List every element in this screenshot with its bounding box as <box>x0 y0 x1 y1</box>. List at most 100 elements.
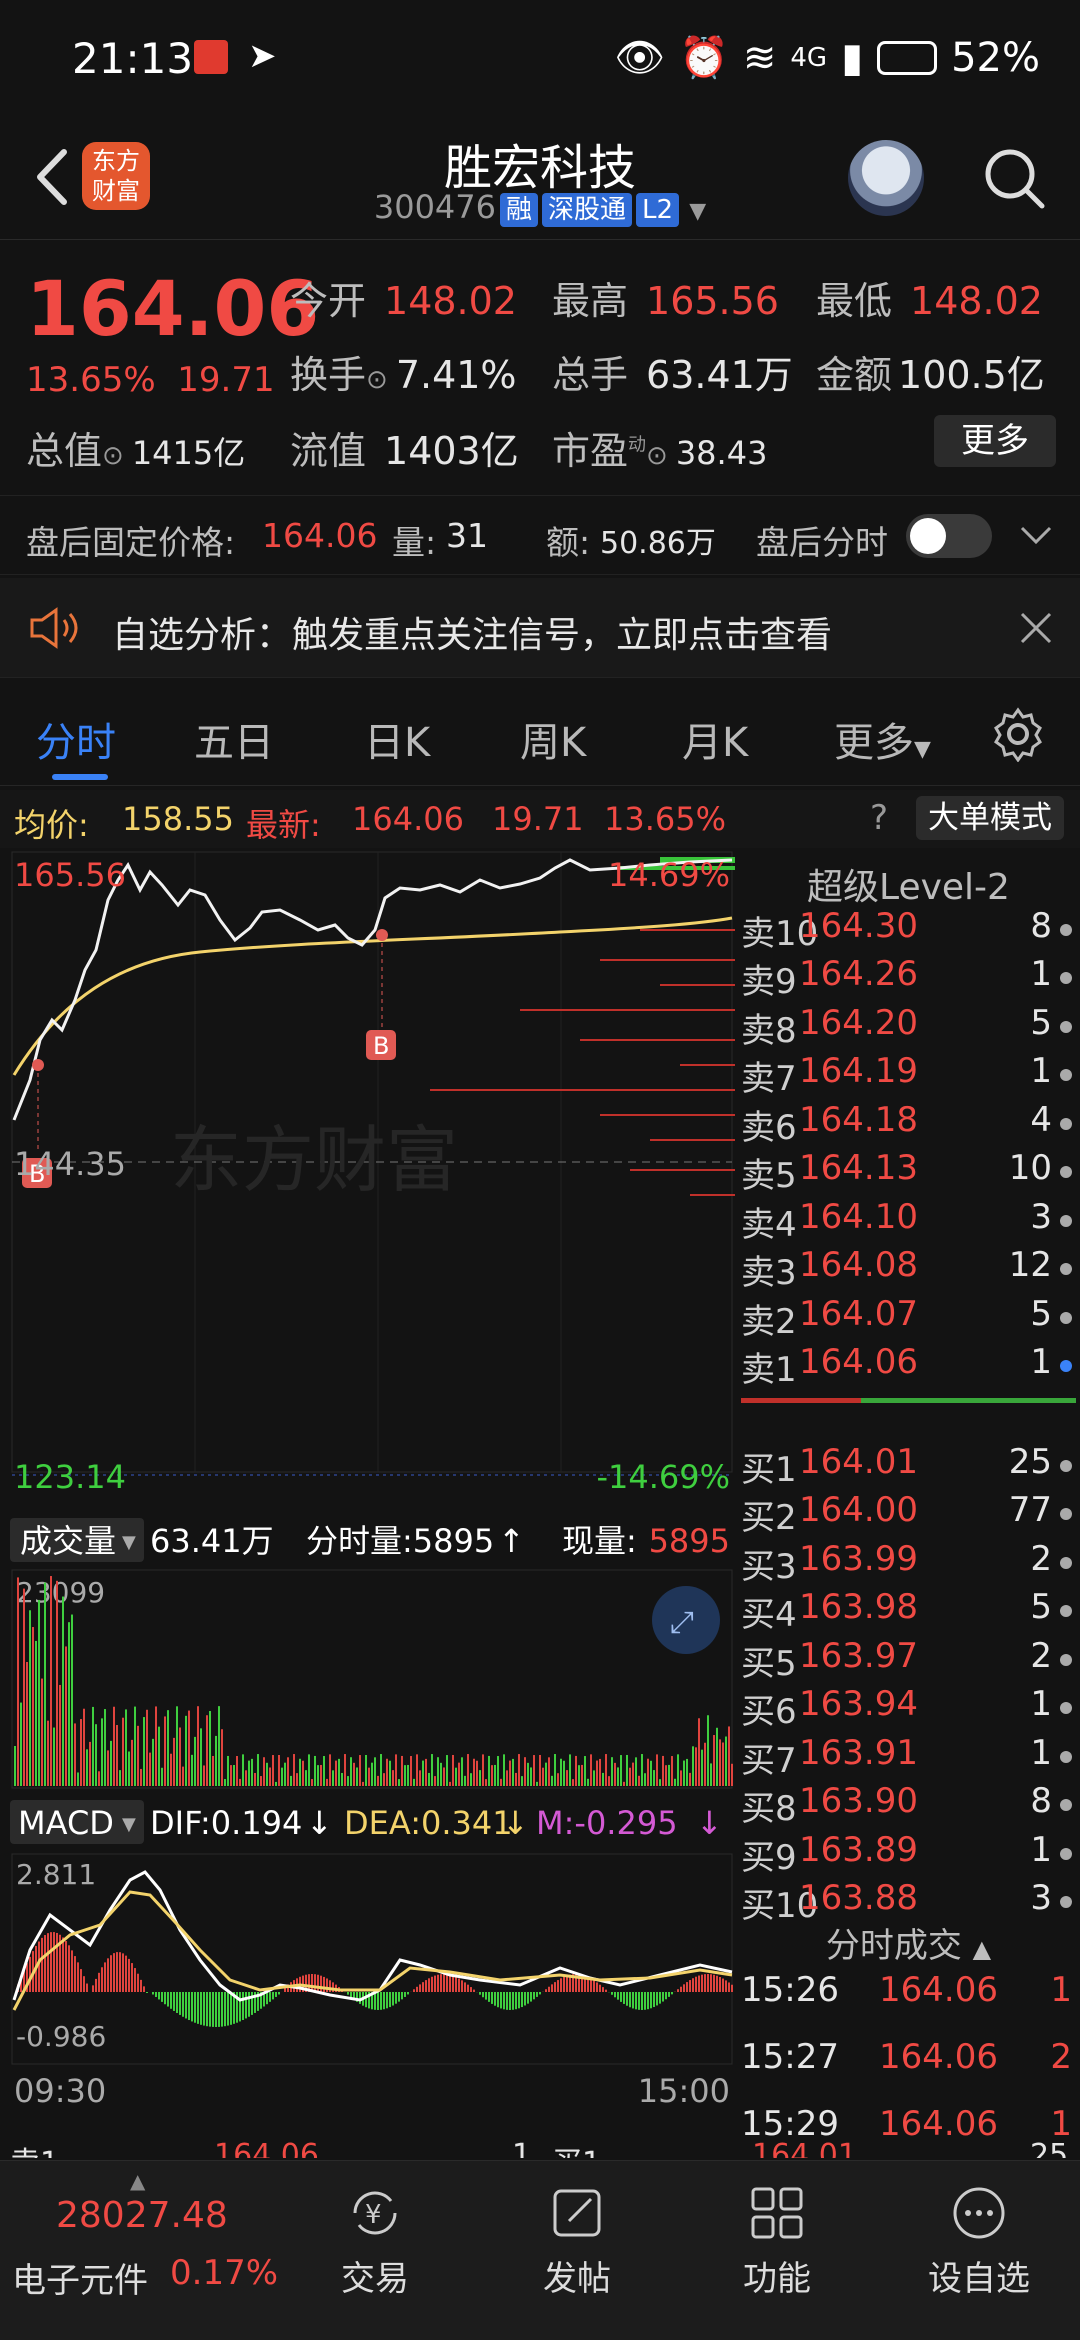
macd-bar <box>434 1975 436 1992</box>
volume-bar <box>173 1737 175 1786</box>
ask-row[interactable]: 卖5 164.13 10 <box>737 1148 1080 1196</box>
big-order-mode-button[interactable]: 大单模式 <box>916 796 1064 840</box>
orderbook-title[interactable]: 超级Level-2 <box>737 858 1080 910</box>
volume-bar <box>284 1762 286 1786</box>
buy-marker[interactable]: B <box>366 1030 396 1060</box>
macd-bar <box>179 1992 181 2015</box>
macd-bar <box>92 1985 94 1992</box>
trade-button[interactable]: ¥ 交易 <box>300 2181 450 2300</box>
bid-row[interactable]: 买7 163.91 1 <box>737 1733 1080 1781</box>
bid-row[interactable]: 买2 164.00 77 <box>737 1490 1080 1538</box>
macd-bar <box>668 1992 670 1997</box>
index-ticker[interactable]: ▲ 28027.48 电子元件 0.17% <box>0 2161 280 2340</box>
volume-bar <box>731 1763 733 1786</box>
ask-row[interactable]: 卖9 164.26 1 <box>737 954 1080 1002</box>
mktcap-item[interactable]: 总值⊙ 1415亿 <box>26 420 245 475</box>
macd-bar <box>80 1969 82 1992</box>
volume-bar <box>335 1760 337 1786</box>
order-dot-icon <box>1060 1214 1072 1227</box>
bid-row[interactable]: 买9 163.89 1 <box>737 1830 1080 1878</box>
volume-bar <box>341 1772 343 1786</box>
volume-bar <box>233 1765 235 1786</box>
close-icon[interactable] <box>1018 610 1054 646</box>
bid-row[interactable]: 买8 163.90 8 <box>737 1781 1080 1829</box>
more-button[interactable]: 更多 <box>934 415 1056 467</box>
tab-weekly-k[interactable]: 周K <box>520 710 586 768</box>
chevron-down-icon[interactable] <box>1018 520 1054 550</box>
ask-row[interactable]: 卖10 164.30 8 <box>737 906 1080 954</box>
macd-bar <box>728 1982 730 1992</box>
ask-row[interactable]: 卖3 164.08 12 <box>737 1245 1080 1293</box>
ask-price: 164.07 <box>799 1293 918 1334</box>
ask-row[interactable]: 卖6 164.18 4 <box>737 1100 1080 1148</box>
tab-monthly-k[interactable]: 月K <box>682 710 748 768</box>
index-name: 电子元件 <box>12 2261 148 2301</box>
tab-intraday[interactable]: 分时 <box>36 710 116 768</box>
volume-bar <box>665 1765 667 1786</box>
macd-bar <box>125 1955 127 1992</box>
ask-row[interactable]: 卖7 164.19 1 <box>737 1051 1080 1099</box>
help-icon[interactable]: ? <box>870 798 888 838</box>
trade-volume: 2 <box>1050 2037 1072 2077</box>
assistant-avatar[interactable] <box>848 140 924 216</box>
notice-text: 自选分析：触发重点关注信号，立即点击查看 <box>112 615 833 656</box>
bid-row[interactable]: 买6 163.94 1 <box>737 1684 1080 1732</box>
high-item: 最高 165.56 <box>552 270 779 325</box>
pe-item[interactable]: 市盈动⊙ 38.43 <box>552 420 767 475</box>
ask-row[interactable]: 卖1 164.06 1 <box>737 1342 1080 1390</box>
ask-price: 164.06 <box>799 1342 918 1383</box>
y-mid-label: 144.35 <box>14 1145 126 1183</box>
macd-bar <box>320 1975 322 1992</box>
dropdown-caret-icon: ▼ <box>122 1532 136 1553</box>
bid-row[interactable]: 买3 163.99 2 <box>737 1539 1080 1587</box>
post-button[interactable]: 发帖 <box>502 2181 652 2300</box>
y-top-pct-label: 14.69% <box>608 856 730 894</box>
macd-bar <box>71 1950 73 1992</box>
more-dots-icon <box>953 2187 1005 2239</box>
ask-row[interactable]: 卖2 164.07 5 <box>737 1294 1080 1342</box>
ask-row[interactable]: 卖4 164.10 3 <box>737 1197 1080 1245</box>
volume-bars <box>14 1576 733 1786</box>
volume-bar <box>503 1754 505 1786</box>
ask-row[interactable]: 卖8 164.20 5 <box>737 1003 1080 1051</box>
tab-five-day[interactable]: 五日 <box>194 710 274 768</box>
macd-bar <box>38 1941 40 1992</box>
macd-bar <box>545 1989 547 1992</box>
macd-bar <box>65 1940 67 1992</box>
bid-level-label: 买5 <box>741 1643 797 1684</box>
volume-bar <box>218 1706 220 1786</box>
volume-bar <box>632 1762 634 1786</box>
macd-bar <box>83 1976 85 1992</box>
volume-bar <box>683 1760 685 1786</box>
tab-more[interactable]: 更多▼ <box>834 710 931 768</box>
network-label: 4G <box>790 42 828 73</box>
add-watchlist-button[interactable]: 设自选 <box>904 2181 1054 2300</box>
volume-bar <box>236 1756 238 1786</box>
volume-bar <box>185 1715 187 1786</box>
search-icon[interactable] <box>980 144 1050 214</box>
macd-bar <box>464 1982 466 1992</box>
gear-icon[interactable] <box>990 706 1046 762</box>
macd-bar <box>680 1986 682 1992</box>
volume-bar <box>686 1758 688 1786</box>
bid-price: 164.00 <box>799 1490 918 1531</box>
trades-title-row[interactable]: 分时成交 ▲ <box>737 1918 1080 1967</box>
intraday-chart[interactable]: 东方财富 B B 165.56 14.69% 144.35 123.14 -14… <box>0 850 735 2120</box>
ask-volume: 1 <box>1030 954 1052 995</box>
functions-button[interactable]: 功能 <box>702 2181 852 2300</box>
macd-bar <box>470 1987 472 1992</box>
volume-bar <box>116 1725 118 1786</box>
tab-daily-k[interactable]: 日K <box>364 710 430 768</box>
turnover-item[interactable]: 换手⊙ 7.41% <box>290 344 517 399</box>
bid-row[interactable]: 买5 163.97 2 <box>737 1636 1080 1684</box>
after-hours-toggle[interactable] <box>906 514 992 558</box>
analysis-notice[interactable]: 自选分析：触发重点关注信号，立即点击查看 <box>0 578 1080 678</box>
volume-bar <box>110 1740 112 1786</box>
volume-selector-label: 成交量 <box>20 1522 116 1560</box>
bid-row[interactable]: 买1 164.01 25 <box>737 1442 1080 1490</box>
macd-bar <box>719 1976 721 1992</box>
bid-row[interactable]: 买4 163.98 5 <box>737 1587 1080 1635</box>
macd-bar <box>653 1992 655 2008</box>
macd-bar <box>401 1992 403 2000</box>
macd-bar <box>392 1992 394 2006</box>
